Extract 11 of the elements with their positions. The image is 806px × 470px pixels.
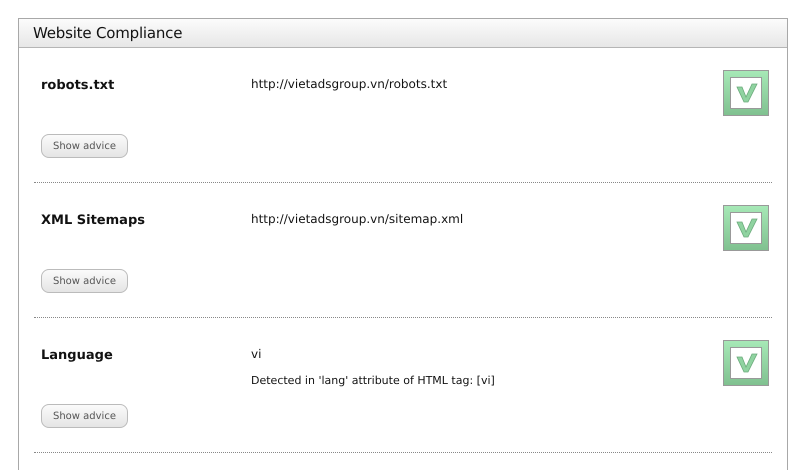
show-advice-button[interactable]: Show advice	[41, 269, 128, 293]
check-result: http://vietadsgroup.vn/sitemap.xml	[251, 212, 464, 226]
panel-title: Website Compliance	[33, 24, 182, 42]
check-result: http://vietadsgroup.vn/robots.txt	[251, 77, 448, 91]
check-name: robots.txt	[41, 78, 114, 93]
check-name: Language	[41, 348, 113, 363]
check-name: XML Sitemaps	[41, 213, 145, 228]
show-advice-button[interactable]: Show advice	[41, 404, 128, 428]
show-advice-button[interactable]: Show advice	[41, 134, 128, 158]
check-result: Detected in 'lang' attribute of HTML tag: [vi]	[251, 374, 495, 387]
check-result: vi	[251, 347, 262, 361]
